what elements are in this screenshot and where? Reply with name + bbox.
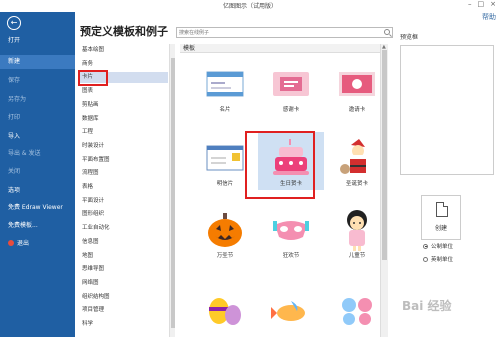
sidebar-item-label: 导出 & 发送 [8, 150, 41, 157]
gallery-scrollbar[interactable]: ▲ [380, 44, 388, 337]
search-icon[interactable] [384, 29, 390, 35]
help-link[interactable]: 帮助 [482, 12, 496, 22]
carnival-mask-icon [258, 210, 324, 250]
sidebar-item[interactable]: 导入 [0, 130, 75, 144]
search-box[interactable] [176, 27, 393, 38]
sidebar-item-label: 打开 [8, 37, 21, 44]
easter-egg-icon [192, 290, 258, 330]
category-item[interactable]: 项目管理 [78, 305, 168, 316]
template-label: 感谢卡 [282, 107, 300, 113]
sidebar-item[interactable]: 打开 [0, 34, 75, 48]
template-label: 狂欢节 [282, 253, 300, 259]
sidebar-item-label: 免费 Edraw Viewer [8, 204, 63, 211]
category-item[interactable]: 地图 [78, 251, 168, 262]
sidebar-item-label: 关闭 [8, 168, 21, 175]
gallery-header: 模板 [180, 44, 380, 53]
radio-icon[interactable] [423, 256, 428, 262]
template-tile[interactable]: 万圣节 [192, 204, 258, 262]
category-item[interactable]: 图形组织 [78, 209, 168, 220]
category-scrollbar[interactable] [169, 44, 175, 337]
sidebar-item[interactable]: 退出 [0, 237, 75, 251]
sidebar-item-label: 导入 [8, 133, 21, 140]
maximize-button[interactable]: □ [478, 0, 485, 8]
imperial-unit-radio[interactable]: 英制单位 [423, 255, 453, 263]
category-item[interactable]: 基本绘图 [78, 45, 168, 56]
sidebar-item[interactable]: 免费模板... [0, 219, 75, 233]
metric-unit-radio[interactable]: 公制单位 [423, 242, 453, 250]
scrollbar-thumb[interactable] [382, 50, 387, 260]
category-item[interactable]: 信息图 [78, 237, 168, 248]
new-document-icon [436, 202, 448, 217]
preview-pane [400, 45, 494, 175]
sidebar-item-label: 选项 [8, 187, 21, 194]
close-button[interactable]: × [490, 0, 496, 8]
category-item[interactable]: 平面布置图 [78, 155, 168, 166]
search-input[interactable] [177, 28, 377, 37]
sidebar-item[interactable]: 免费 Edraw Viewer [0, 201, 75, 215]
category-item[interactable]: 图表 [78, 86, 168, 97]
exit-icon [8, 239, 14, 246]
sidebar-item-label: 打印 [8, 114, 21, 121]
watermark: Bai 经验 [402, 299, 452, 313]
create-button[interactable]: 创建 [421, 195, 461, 240]
pumpkin-icon [192, 210, 258, 250]
category-item[interactable]: 网络图 [78, 278, 168, 289]
minimize-button[interactable]: – [468, 0, 472, 8]
sidebar-item-label: 另存为 [8, 96, 27, 103]
template-tile[interactable] [192, 284, 258, 342]
category-item[interactable]: 工程 [78, 127, 168, 138]
category-item[interactable]: 数据库 [78, 114, 168, 125]
category-item[interactable]: 工业自动化 [78, 223, 168, 234]
sidebar-item[interactable]: 新建 [0, 55, 75, 69]
category-item[interactable]: 思维导图 [78, 264, 168, 275]
sidebar-item[interactable]: 另存为 [0, 93, 75, 107]
category-item[interactable]: 流程图 [78, 168, 168, 179]
category-item[interactable]: 剪贴画 [78, 100, 168, 111]
sidebar-item[interactable]: 打印 [0, 111, 75, 125]
window-controls: – □ × [468, 0, 496, 8]
category-item[interactable]: 科学 [78, 319, 168, 330]
highlight-box [245, 131, 315, 199]
template-tile[interactable]: 名片 [192, 58, 258, 116]
category-item[interactable]: 时装设计 [78, 141, 168, 152]
page-title: 预定义模板和例子 [80, 25, 168, 38]
category-item[interactable]: 平面设计 [78, 196, 168, 207]
category-item[interactable]: 商务 [78, 59, 168, 70]
backstage-sidebar: ← 打开新建保存另存为打印导入导出 & 发送 关闭选项免费 Edraw Viewe… [0, 12, 75, 337]
sidebar-item-label: 保存 [8, 77, 21, 84]
radio-label: 公制单位 [431, 244, 454, 250]
template-tile[interactable] [258, 284, 324, 342]
sidebar-item[interactable]: 选项 [0, 184, 75, 198]
preview-label: 预览框 [400, 34, 419, 41]
template-tile[interactable]: 狂欢节 [258, 204, 324, 262]
title-bar: 亿图图示（试用版） – □ × [0, 0, 500, 12]
sidebar-item-label: 免费模板... [8, 222, 38, 229]
radio-label: 英制单位 [431, 257, 454, 263]
category-item[interactable]: 表格 [78, 182, 168, 193]
template-label: 万圣节 [216, 253, 234, 259]
create-label: 创建 [434, 225, 447, 232]
template-tile[interactable]: 感谢卡 [258, 58, 324, 116]
highlight-box [78, 70, 108, 86]
business-card-icon [192, 64, 258, 104]
sidebar-item-label: 新建 [8, 58, 21, 65]
template-label: 名片 [219, 107, 231, 113]
sidebar-item[interactable]: 导出 & 发送 [0, 147, 75, 161]
sidebar-item[interactable]: 关闭 [0, 165, 75, 179]
fish-card-icon [258, 290, 324, 330]
thank-you-card-icon [258, 64, 324, 104]
scrollbar-thumb[interactable] [171, 58, 175, 328]
sidebar-item[interactable]: 保存 [0, 74, 75, 88]
radio-icon[interactable] [423, 243, 428, 249]
category-item[interactable]: 组织结构图 [78, 292, 168, 303]
back-arrow-icon[interactable]: ← [7, 16, 21, 30]
sidebar-item-label: 退出 [17, 240, 30, 247]
category-list: 基本绘图 商务 卡片 图表 剪贴画 数据库 工程 时装设计 平面布置图 流程图 表格 平面设计 图形组织… [78, 44, 168, 337]
app-title: 亿图图示（试用版） [222, 3, 277, 10]
